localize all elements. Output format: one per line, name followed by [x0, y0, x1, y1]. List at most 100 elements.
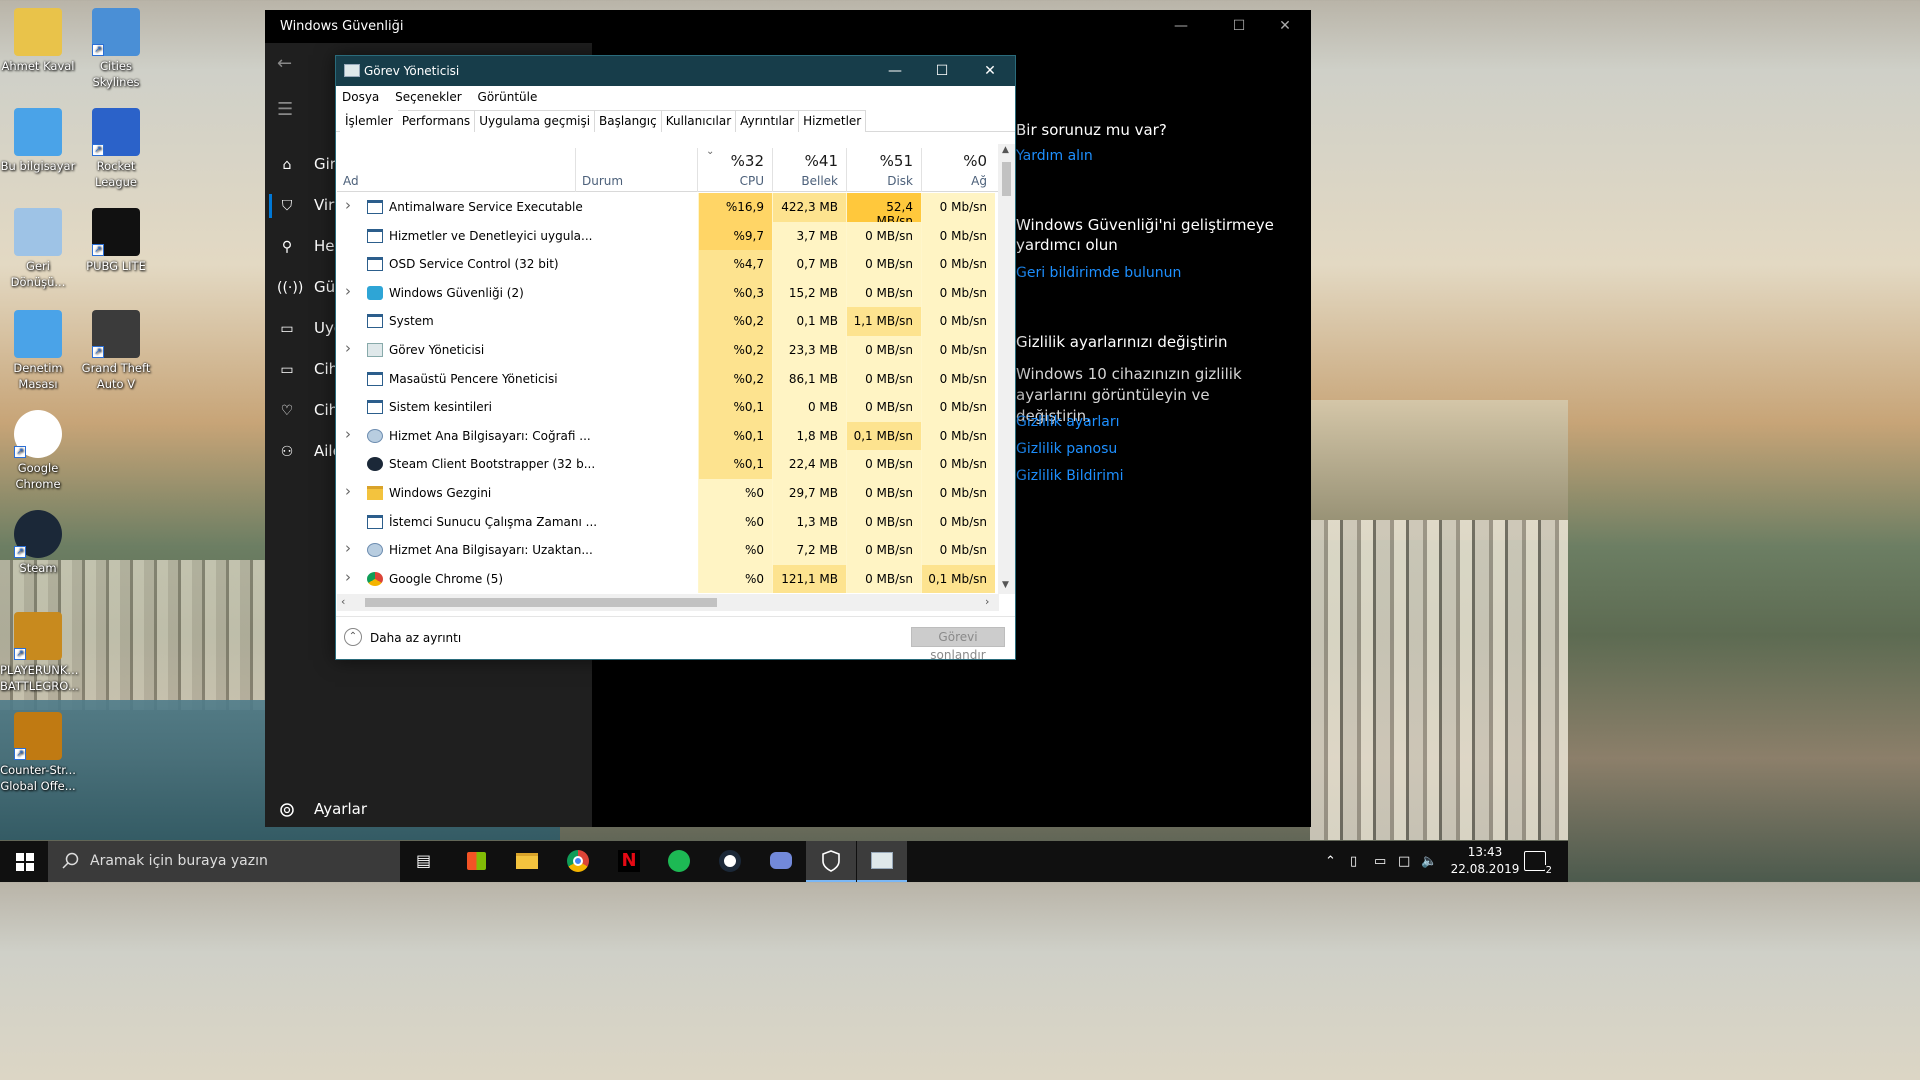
hamburger-menu-icon[interactable]: ☰: [277, 99, 301, 123]
scroll-up-icon[interactable]: ▲: [1002, 145, 1009, 155]
table-row[interactable]: › Hizmet Ana Bilgisayarı: Coğrafi ... %0,1…: [337, 421, 999, 451]
desktop-icon-control-panel[interactable]: Denetim Masası: [0, 310, 76, 392]
expand-chevron-icon[interactable]: ›: [345, 539, 351, 557]
tray-chevron-icon[interactable]: ⌃: [1325, 854, 1336, 869]
table-row[interactable]: Sistem kesintileri %0,1 0 MB 0 MB/sn 0 Mb/sn: [337, 393, 999, 422]
expand-chevron-icon[interactable]: ›: [345, 482, 351, 500]
desktop-icon-user-folder[interactable]: Ahmet Kaval: [0, 8, 76, 74]
start-button[interactable]: [0, 841, 48, 882]
taskbar-explorer[interactable]: [502, 841, 552, 882]
col-disk[interactable]: %51 Disk: [846, 144, 921, 192]
table-row[interactable]: › Hizmet Ana Bilgisayarı: Uzaktan... %0 7,2…: [337, 536, 999, 565]
col-status[interactable]: Durum: [582, 174, 623, 188]
scroll-down-icon[interactable]: ▼: [1002, 580, 1009, 590]
horizontal-scrollbar[interactable]: ‹ ›: [337, 594, 999, 611]
hscroll-thumb[interactable]: [365, 598, 717, 607]
desktop-icon-chrome[interactable]: ↗ Google Chrome: [0, 410, 76, 492]
cell-net: 0 Mb/sn: [921, 307, 995, 336]
expand-chevron-icon[interactable]: ›: [345, 196, 351, 214]
taskbar-chrome[interactable]: [553, 841, 603, 882]
nav-settings[interactable]: Ayarlar: [265, 790, 592, 830]
desktop-icon-gta-v[interactable]: ↗ Grand Theft Auto V: [78, 310, 154, 392]
feedback-link[interactable]: Geri bildirimde bulunun: [1016, 260, 1181, 287]
table-row[interactable]: Steam Client Bootstrapper (32 b... %0,1 22…: [337, 450, 999, 479]
tm-close-button[interactable]: ✕: [966, 56, 1014, 86]
expand-chevron-icon[interactable]: ›: [345, 339, 351, 357]
privacy-settings-link[interactable]: Gizlilik ayarları: [1016, 409, 1120, 436]
table-row[interactable]: İstemci Sunucu Çalışma Zamanı ... %0 1,3 M…: [337, 507, 999, 537]
taskbar-discord[interactable]: [756, 841, 806, 882]
scroll-thumb[interactable]: [1002, 162, 1011, 196]
less-detail-link[interactable]: Daha az ayrıntı: [370, 631, 461, 645]
desktop-icon-pubg-lite[interactable]: ↗ PUBG LITE: [78, 208, 154, 274]
tm-minimize-button[interactable]: —: [871, 56, 919, 86]
tab-details[interactable]: Ayrıntılar: [735, 110, 800, 132]
back-arrow-icon[interactable]: ←: [277, 53, 301, 77]
expand-chevron-icon[interactable]: ›: [345, 282, 351, 300]
clock[interactable]: 13:43 22.08.2019: [1450, 844, 1520, 878]
table-row[interactable]: Masaüstü Pencere Yöneticisi %0,2 86,1 MB 0 …: [337, 364, 999, 394]
tray-device-icon[interactable]: ▯: [1350, 854, 1357, 869]
tab-startup[interactable]: Başlangıç: [594, 110, 662, 132]
desktop-icon-pubg[interactable]: ↗ PLAYERUNK... BATTLEGRO...: [0, 612, 79, 694]
tm-titlebar[interactable]: Görev Yöneticisi — ☐ ✕: [336, 56, 1015, 86]
desktop-icon-rocket-league[interactable]: ↗ Rocket League: [78, 108, 154, 190]
tab-performance[interactable]: Performans: [396, 110, 476, 132]
maximize-button[interactable]: ☐: [1216, 10, 1262, 43]
table-row[interactable]: › Google Chrome (5) %0 121,1 MB 0 MB/sn 0,1 M…: [337, 564, 999, 594]
table-row[interactable]: Hizmetler ve Denetleyici uygula... %9,7 3,…: [337, 221, 999, 251]
cell-disk: 0 MB/sn: [846, 221, 921, 251]
desktop-icon-recycle-bin[interactable]: Geri Dönüşü...: [0, 208, 76, 290]
desktop-icon-csgo[interactable]: ↗ Counter-Str... Global Offe...: [0, 712, 76, 794]
table-row[interactable]: › Windows Güvenliği (2) %0,3 15,2 MB 0 MB/sn…: [337, 278, 999, 308]
collapse-chevron-icon[interactable]: ⌃: [344, 628, 362, 646]
nav-item-label: Vir: [314, 196, 335, 214]
help-link[interactable]: Yardım alın: [1016, 143, 1093, 170]
tab-app-history[interactable]: Uygulama geçmişi: [474, 110, 596, 132]
taskbar-steam[interactable]: [705, 841, 755, 882]
task-view-button[interactable]: ▤: [400, 841, 450, 882]
col-network[interactable]: %0 Ağ: [921, 144, 995, 192]
desktop-icon-cities-skylines[interactable]: ↗ Cities Skylines: [78, 8, 154, 90]
table-row[interactable]: › Görev Yöneticisi %0,2 23,3 MB 0 MB/sn 0 Mb/…: [337, 336, 999, 365]
tab-services[interactable]: Hizmetler: [798, 110, 867, 132]
action-center-button[interactable]: 2: [1524, 851, 1553, 876]
menu-view[interactable]: Görüntüle: [478, 90, 538, 104]
netflix-icon: N: [618, 850, 640, 872]
col-cpu[interactable]: ⌄ %32 CPU: [698, 144, 772, 192]
privacy-statement-link[interactable]: Gizlilik Bildirimi: [1016, 463, 1124, 490]
volume-icon[interactable]: 🔈: [1421, 854, 1437, 869]
desktop-icon-computer[interactable]: Bu bilgisayar: [0, 108, 76, 174]
cell-net: 0 Mb/sn: [921, 336, 995, 365]
taskbar-store[interactable]: [451, 841, 501, 882]
taskbar-spotify[interactable]: [654, 841, 704, 882]
battery-icon[interactable]: ▭: [1374, 854, 1386, 869]
scroll-right-icon[interactable]: ›: [985, 595, 989, 608]
menu-options[interactable]: Seçenekler: [395, 90, 462, 104]
taskbar-netflix[interactable]: N: [604, 841, 654, 882]
desktop-icon-steam[interactable]: ↗ Steam: [0, 510, 76, 576]
table-row[interactable]: › Antimalware Service Executable %16,9 422,…: [337, 193, 999, 228]
menu-file[interactable]: Dosya: [342, 90, 379, 104]
expand-chevron-icon[interactable]: ›: [345, 568, 351, 586]
taskbar-task-manager[interactable]: [857, 841, 907, 882]
task-view-icon: ▤: [416, 851, 432, 870]
privacy-dashboard-link[interactable]: Gizlilik panosu: [1016, 436, 1117, 463]
expand-chevron-icon[interactable]: ›: [345, 425, 351, 443]
minimize-button[interactable]: —: [1158, 10, 1204, 43]
table-row[interactable]: System %0,2 0,1 MB 1,1 MB/sn 0 Mb/sn: [337, 307, 999, 336]
tab-users[interactable]: Kullanıcılar: [660, 110, 737, 132]
col-memory[interactable]: %41 Bellek: [772, 144, 846, 192]
tm-maximize-button[interactable]: ☐: [918, 56, 966, 86]
col-name[interactable]: Ad: [343, 174, 359, 188]
network-icon[interactable]: □: [1398, 854, 1410, 869]
end-task-button[interactable]: Görevi sonlandır: [911, 627, 1005, 662]
table-row[interactable]: OSD Service Control (32 bit) %4,7 0,7 MB 0 …: [337, 250, 999, 279]
tab-processes[interactable]: İşlemler: [340, 110, 398, 135]
vertical-scrollbar[interactable]: ▲ ▼: [998, 144, 1015, 594]
close-button[interactable]: ✕: [1262, 10, 1308, 43]
taskbar-security[interactable]: [806, 841, 856, 882]
taskbar-search[interactable]: Aramak için buraya yazın: [48, 841, 400, 882]
scroll-left-icon[interactable]: ‹: [341, 595, 345, 608]
table-row[interactable]: › Windows Gezgini %0 29,7 MB 0 MB/sn 0 Mb/sn: [337, 479, 999, 508]
